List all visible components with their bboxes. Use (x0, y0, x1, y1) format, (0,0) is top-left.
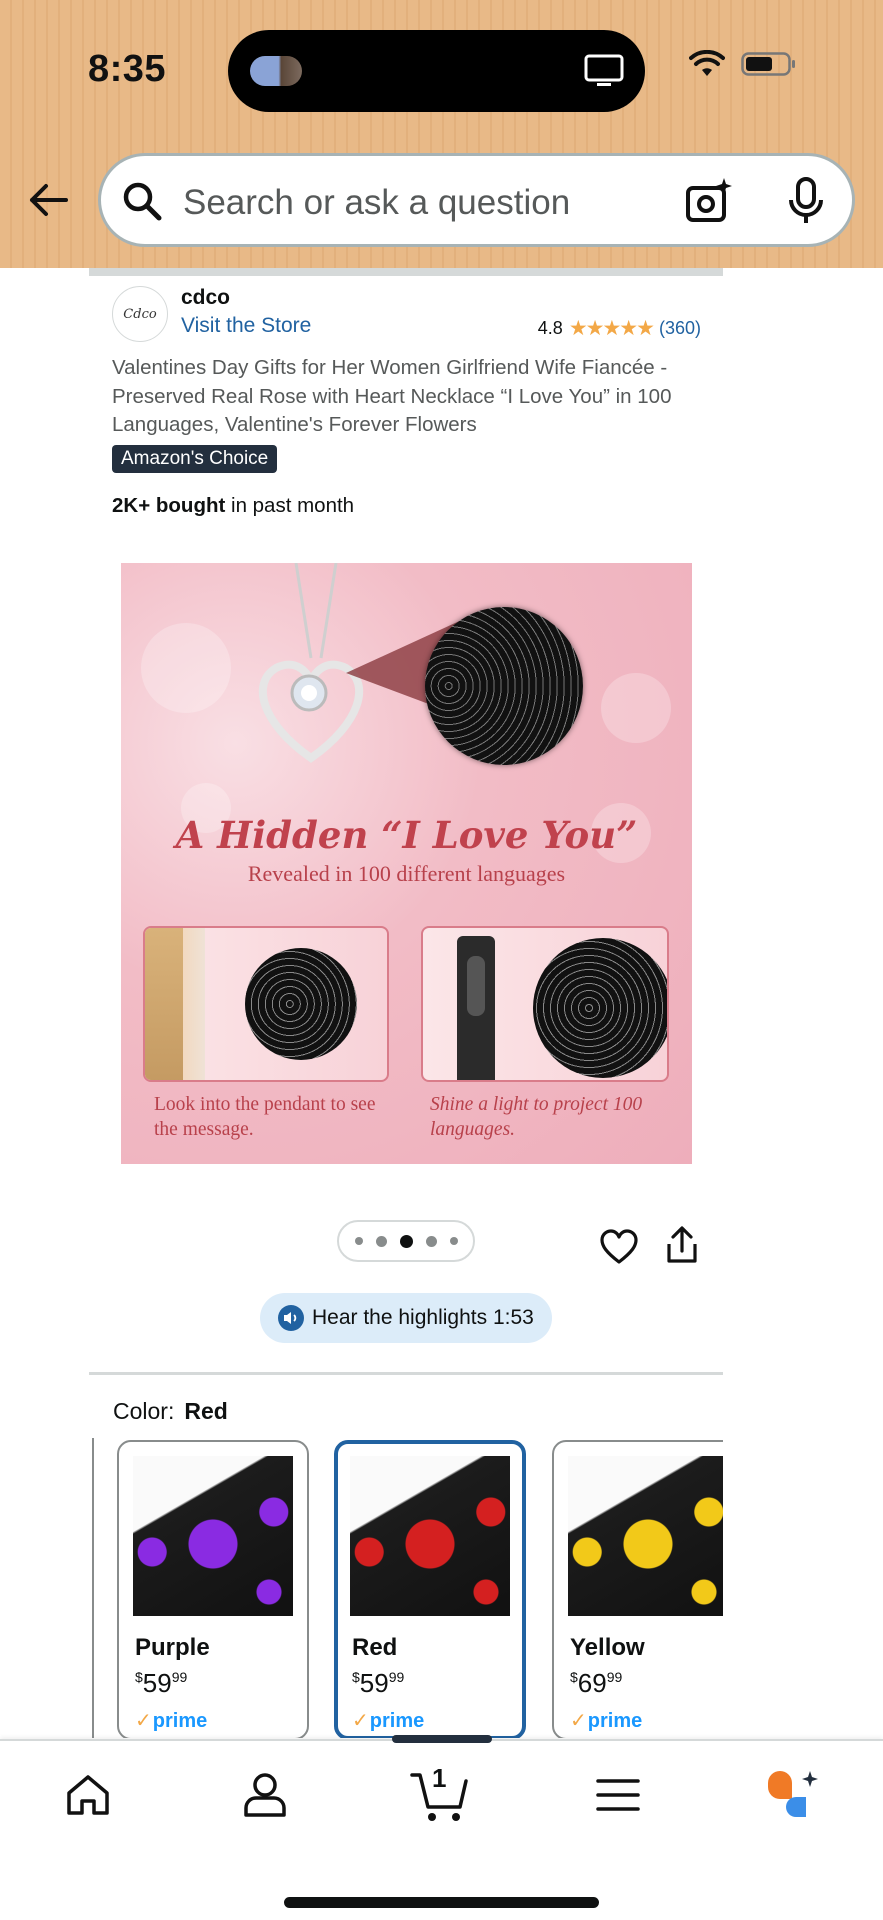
battery-icon (741, 52, 795, 76)
status-time: 8:35 (88, 48, 167, 90)
bottom-navigation: 1 (0, 1735, 883, 1920)
swatch-image (568, 1456, 723, 1616)
status-icons (689, 50, 797, 78)
color-selector-label: Color: Red (113, 1398, 228, 1424)
swatch-price: $5999 (135, 1668, 188, 1698)
swatch-name: Yellow (570, 1634, 645, 1661)
swatch-image (350, 1456, 510, 1616)
caption-left: Look into the pendant to see the message… (154, 1094, 376, 1140)
search-input[interactable]: Search or ask a question (183, 183, 570, 223)
swatch-price: $5999 (352, 1668, 405, 1698)
swatch-image (133, 1456, 293, 1616)
image-headline: A Hidden “I Love You” (175, 813, 638, 857)
top-header: 8:35 Search or ask a question (0, 0, 883, 268)
pager-dot[interactable] (375, 1235, 387, 1247)
image-pager[interactable] (337, 1220, 475, 1262)
section-divider (89, 268, 723, 276)
account-icon (244, 1773, 286, 1817)
nav-account[interactable] (235, 1765, 295, 1825)
highlights-label: Hear the highlights 1:53 (312, 1306, 534, 1329)
rating-value: 4.8 (537, 318, 563, 338)
color-swatch-list[interactable]: Purple $5999 ✓prime Red $5999 ✓prime Yel… (89, 1438, 723, 1738)
search-bar[interactable]: Search or ask a question (98, 153, 855, 247)
rating-summary[interactable]: 4.8 ★★★★★ (360) (538, 316, 701, 341)
partial-swatch[interactable] (89, 1438, 94, 1738)
pager-dot-active[interactable] (399, 1234, 413, 1248)
prime-badge: ✓prime (570, 1710, 643, 1732)
amazons-choice-badge[interactable]: Amazon's Choice (112, 445, 278, 473)
camera-search-icon[interactable] (684, 176, 734, 226)
menu-icon (596, 1779, 640, 1811)
swatch-purple[interactable]: Purple $5999 ✓prime (117, 1440, 309, 1738)
purchase-count: 2K+ bought in past month (112, 494, 355, 517)
product-title: Valentines Day Gifts for Her Women Girlf… (112, 356, 672, 436)
dynamic-island (228, 30, 645, 112)
pendant-view-panel (143, 926, 389, 1082)
microphone-icon[interactable] (786, 176, 826, 226)
nav-home[interactable] (58, 1765, 118, 1825)
nav-menu[interactable] (588, 1765, 648, 1825)
screen-mirroring-icon (584, 54, 624, 86)
rating-count-link[interactable]: (360) (659, 318, 701, 339)
pager-dot[interactable] (425, 1235, 437, 1247)
home-icon (67, 1775, 109, 1815)
prime-badge: ✓prime (135, 1710, 208, 1732)
share-icon[interactable] (665, 1226, 699, 1264)
light-projection-panel (421, 926, 669, 1082)
caption-right: Shine a light to project 100 languages. (430, 1094, 643, 1140)
store-name[interactable]: cdco (181, 286, 230, 310)
live-activity-thumbnail (250, 56, 302, 86)
audio-icon (278, 1305, 304, 1331)
home-indicator (284, 1897, 599, 1908)
pager-dot[interactable] (354, 1237, 363, 1245)
prime-badge: ✓prime (352, 1710, 425, 1732)
wifi-icon (689, 50, 725, 76)
product-image[interactable]: A Hidden “I Love You” Revealed in 100 di… (121, 563, 692, 1164)
swatch-red[interactable]: Red $5999 ✓prime (334, 1440, 526, 1738)
swatch-price: $6999 (570, 1668, 623, 1698)
section-divider (89, 1372, 723, 1375)
search-icon (123, 182, 162, 221)
projection-disc-graphic (425, 607, 583, 765)
visit-store-link[interactable]: Visit the Store (181, 314, 311, 338)
cart-count: 1 (432, 1763, 447, 1793)
back-arrow-icon[interactable] (26, 178, 70, 222)
image-subheadline: Revealed in 100 different languages (247, 861, 566, 886)
swatch-yellow[interactable]: Yellow $6999 ✓prime (552, 1440, 723, 1738)
swatch-name: Red (352, 1634, 398, 1661)
nav-cart[interactable]: 1 (410, 1763, 470, 1825)
nav-handle (392, 1735, 492, 1743)
swatch-name: Purple (135, 1634, 210, 1661)
star-rating-icon: ★★★★★ (568, 317, 655, 340)
rufus-ai-icon (768, 1771, 818, 1817)
nav-rufus[interactable] (762, 1765, 822, 1825)
store-logo[interactable]: Cdco (112, 286, 168, 342)
heart-icon[interactable] (600, 1228, 638, 1266)
hear-highlights-button[interactable]: Hear the highlights 1:53 (260, 1293, 552, 1343)
pager-dot[interactable] (449, 1237, 458, 1245)
